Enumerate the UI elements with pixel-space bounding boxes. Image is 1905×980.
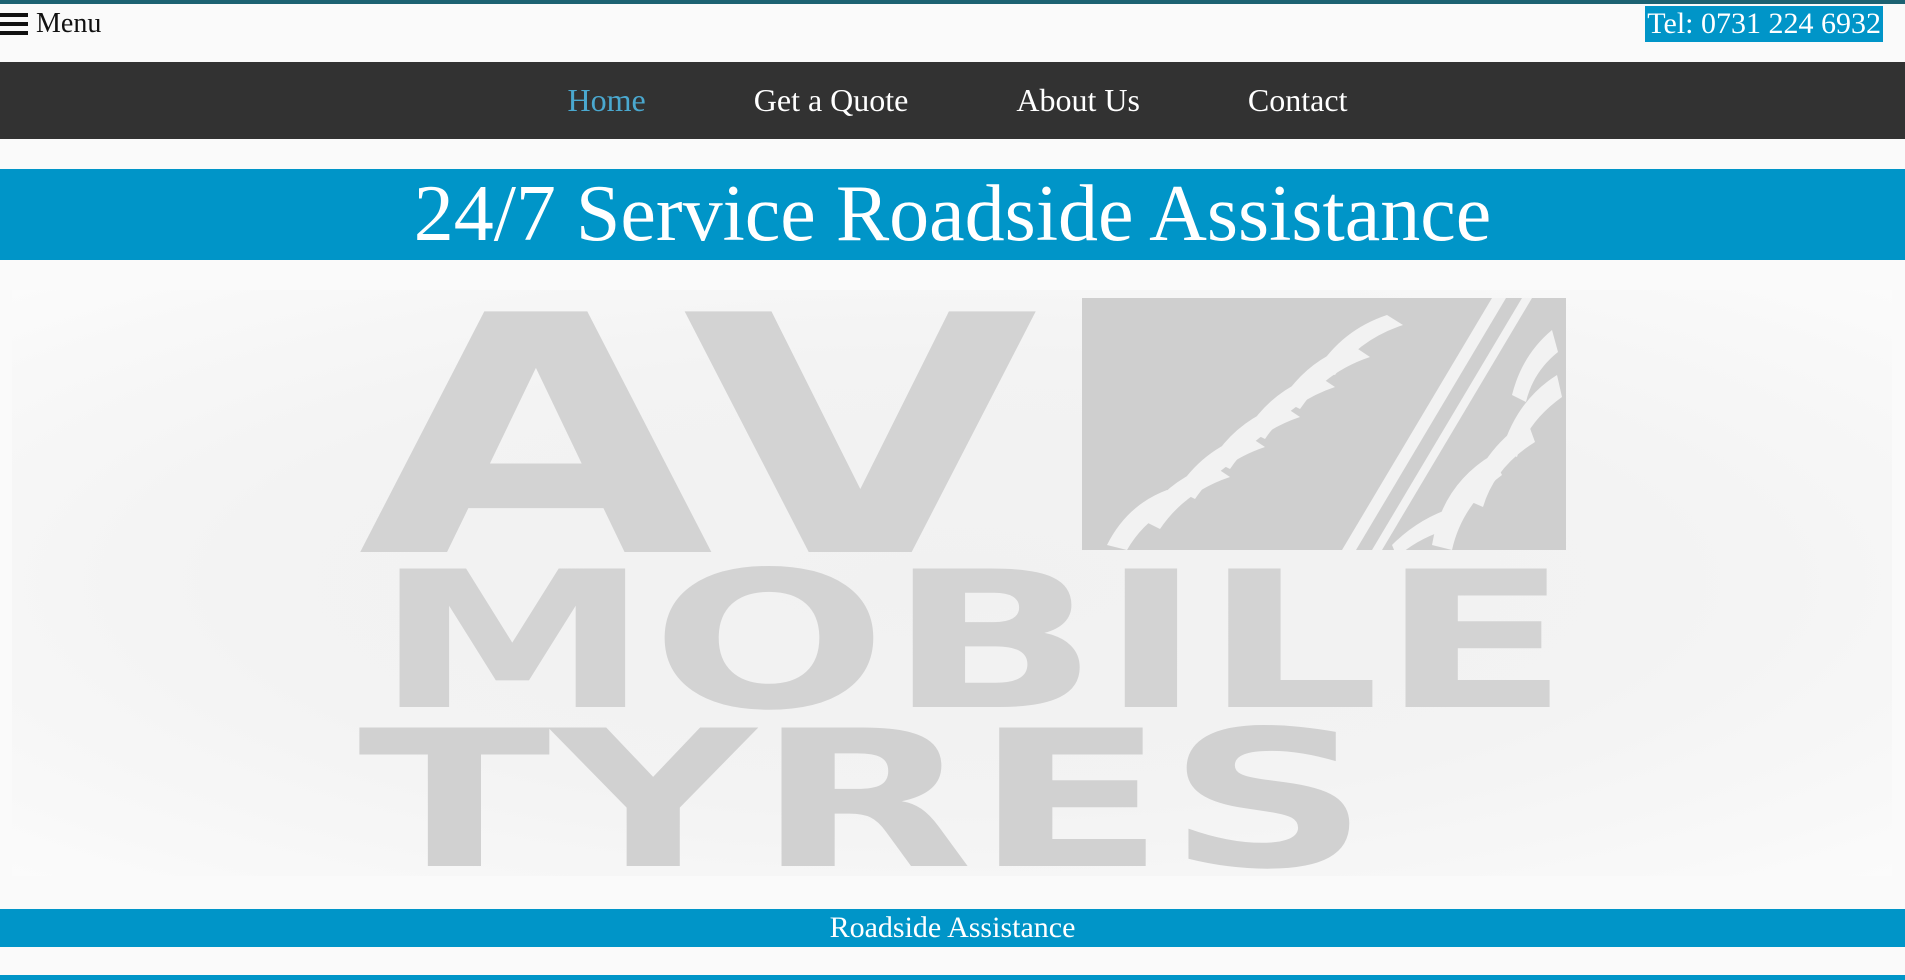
nav-item-contact[interactable]: Contact xyxy=(1194,82,1402,119)
hamburger-icon xyxy=(0,13,28,35)
menu-toggle-button[interactable]: Menu xyxy=(0,8,101,40)
logo-graphic: AV MOBILE TYRES xyxy=(358,290,1570,876)
tyre-tread-icon xyxy=(1082,298,1566,550)
company-logo: AV MOBILE TYRES xyxy=(12,290,1892,876)
menu-label: Menu xyxy=(36,8,102,39)
page: Menu Tel: 0731 224 6932 Home Get a Quote… xyxy=(0,0,1905,980)
phone-link[interactable]: Tel: 0731 224 6932 xyxy=(1645,6,1883,42)
roadside-assistance-banner: Roadside Assistance xyxy=(0,909,1905,947)
top-rule xyxy=(0,0,1905,4)
nav-item-about-us[interactable]: About Us xyxy=(962,82,1194,119)
nav-item-home[interactable]: Home xyxy=(514,82,700,119)
main-navigation: Home Get a Quote About Us Contact xyxy=(0,62,1905,139)
nav-item-get-a-quote[interactable]: Get a Quote xyxy=(700,82,963,119)
hero-title: 24/7 Service Roadside Assistance xyxy=(0,169,1905,260)
nav-list: Home Get a Quote About Us Contact xyxy=(514,82,1402,119)
bottom-rule xyxy=(0,975,1905,980)
logo-text-tyres: TYRES xyxy=(358,690,1370,876)
